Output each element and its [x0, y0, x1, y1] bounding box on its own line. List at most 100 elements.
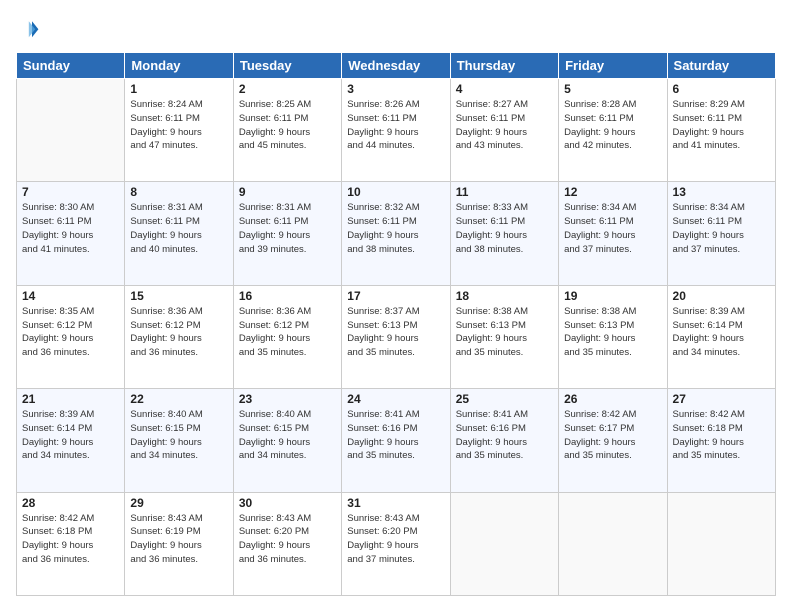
day-cell — [559, 492, 667, 595]
week-row-1: 1 Sunrise: 8:24 AMSunset: 6:11 PMDaylight… — [17, 79, 776, 182]
day-cell: 7Sunrise: 8:30 AMSunset: 6:11 PMDaylight… — [17, 182, 125, 285]
col-header-saturday: Saturday — [667, 53, 775, 79]
day-cell: 18Sunrise: 8:38 AMSunset: 6:13 PMDayligh… — [450, 285, 558, 388]
day-cell: 14 Sunrise: 8:35 AMSunset: 6:12 PMDayligh… — [17, 285, 125, 388]
col-header-wednesday: Wednesday — [342, 53, 450, 79]
day-number: 30 — [239, 496, 336, 510]
day-cell: 13 Sunrise: 8:34 AMSunset: 6:11 PMDayligh… — [667, 182, 775, 285]
day-info: Sunrise: 8:40 AMSunset: 6:15 PMDaylight:… — [130, 408, 227, 463]
day-info: Sunrise: 8:41 AMSunset: 6:16 PMDaylight:… — [456, 408, 553, 463]
day-number: 29 — [130, 496, 227, 510]
header — [16, 16, 776, 42]
day-number: 13 — [673, 185, 770, 199]
col-header-friday: Friday — [559, 53, 667, 79]
day-number: 2 — [239, 82, 336, 96]
day-number: 27 — [673, 392, 770, 406]
day-cell: 9 Sunrise: 8:31 AMSunset: 6:11 PMDaylight… — [233, 182, 341, 285]
day-info: Sunrise: 8:43 AMSunset: 6:19 PMDaylight:… — [130, 512, 227, 567]
day-cell — [667, 492, 775, 595]
day-info: Sunrise: 8:27 AMSunset: 6:11 PMDaylight:… — [456, 98, 553, 153]
day-cell: 19 Sunrise: 8:38 AMSunset: 6:13 PMDayligh… — [559, 285, 667, 388]
day-info: Sunrise: 8:39 AMSunset: 6:14 PMDaylight:… — [673, 305, 770, 360]
day-number: 26 — [564, 392, 661, 406]
day-info: Sunrise: 8:35 AMSunset: 6:12 PMDaylight:… — [22, 305, 119, 360]
day-info: Sunrise: 8:42 AMSunset: 6:18 PMDaylight:… — [673, 408, 770, 463]
col-header-monday: Monday — [125, 53, 233, 79]
day-cell: 25Sunrise: 8:41 AMSunset: 6:16 PMDayligh… — [450, 389, 558, 492]
day-info: Sunrise: 8:29 AMSunset: 6:11 PMDaylight:… — [673, 98, 770, 153]
day-info: Sunrise: 8:31 AMSunset: 6:11 PMDaylight:… — [239, 201, 336, 256]
day-info: Sunrise: 8:43 AMSunset: 6:20 PMDaylight:… — [347, 512, 444, 567]
calendar-header-row: SundayMondayTuesdayWednesdayThursdayFrid… — [17, 53, 776, 79]
day-info: Sunrise: 8:33 AMSunset: 6:11 PMDaylight:… — [456, 201, 553, 256]
day-number: 19 — [564, 289, 661, 303]
day-cell: 26 Sunrise: 8:42 AMSunset: 6:17 PMDayligh… — [559, 389, 667, 492]
day-number: 8 — [130, 185, 227, 199]
day-info: Sunrise: 8:36 AMSunset: 6:12 PMDaylight:… — [130, 305, 227, 360]
day-number: 4 — [456, 82, 553, 96]
day-cell: 11 Sunrise: 8:33 AMSunset: 6:11 PMDayligh… — [450, 182, 558, 285]
week-row-2: 7Sunrise: 8:30 AMSunset: 6:11 PMDaylight… — [17, 182, 776, 285]
day-info: Sunrise: 8:38 AMSunset: 6:13 PMDaylight:… — [564, 305, 661, 360]
col-header-tuesday: Tuesday — [233, 53, 341, 79]
week-row-3: 14 Sunrise: 8:35 AMSunset: 6:12 PMDayligh… — [17, 285, 776, 388]
day-info: Sunrise: 8:34 AMSunset: 6:11 PMDaylight:… — [564, 201, 661, 256]
day-info: Sunrise: 8:42 AMSunset: 6:17 PMDaylight:… — [564, 408, 661, 463]
day-number: 22 — [130, 392, 227, 406]
day-info: Sunrise: 8:31 AMSunset: 6:11 PMDaylight:… — [130, 201, 227, 256]
day-cell: 31 Sunrise: 8:43 AMSunset: 6:20 PMDayligh… — [342, 492, 450, 595]
day-cell: 2 Sunrise: 8:25 AMSunset: 6:11 PMDaylight… — [233, 79, 341, 182]
day-number: 6 — [673, 82, 770, 96]
day-cell: 12 Sunrise: 8:34 AMSunset: 6:11 PMDayligh… — [559, 182, 667, 285]
day-cell: 1 Sunrise: 8:24 AMSunset: 6:11 PMDaylight… — [125, 79, 233, 182]
day-cell: 23Sunrise: 8:40 AMSunset: 6:15 PMDayligh… — [233, 389, 341, 492]
day-info: Sunrise: 8:30 AMSunset: 6:11 PMDaylight:… — [22, 201, 119, 256]
day-cell: 30 Sunrise: 8:43 AMSunset: 6:20 PMDayligh… — [233, 492, 341, 595]
week-row-5: 28 Sunrise: 8:42 AMSunset: 6:18 PMDayligh… — [17, 492, 776, 595]
day-info: Sunrise: 8:41 AMSunset: 6:16 PMDaylight:… — [347, 408, 444, 463]
day-number: 24 — [347, 392, 444, 406]
day-number: 16 — [239, 289, 336, 303]
day-cell: 15 Sunrise: 8:36 AMSunset: 6:12 PMDayligh… — [125, 285, 233, 388]
week-row-4: 21Sunrise: 8:39 AMSunset: 6:14 PMDayligh… — [17, 389, 776, 492]
day-info: Sunrise: 8:34 AMSunset: 6:11 PMDaylight:… — [673, 201, 770, 256]
day-number: 18 — [456, 289, 553, 303]
day-number: 17 — [347, 289, 444, 303]
day-cell: 21Sunrise: 8:39 AMSunset: 6:14 PMDayligh… — [17, 389, 125, 492]
day-number: 14 — [22, 289, 119, 303]
day-info: Sunrise: 8:32 AMSunset: 6:11 PMDaylight:… — [347, 201, 444, 256]
day-number: 23 — [239, 392, 336, 406]
day-number: 10 — [347, 185, 444, 199]
day-cell: 10 Sunrise: 8:32 AMSunset: 6:11 PMDayligh… — [342, 182, 450, 285]
day-cell: 24 Sunrise: 8:41 AMSunset: 6:16 PMDayligh… — [342, 389, 450, 492]
day-cell: 27 Sunrise: 8:42 AMSunset: 6:18 PMDayligh… — [667, 389, 775, 492]
day-cell: 22 Sunrise: 8:40 AMSunset: 6:15 PMDayligh… — [125, 389, 233, 492]
day-number: 12 — [564, 185, 661, 199]
day-cell: 28 Sunrise: 8:42 AMSunset: 6:18 PMDayligh… — [17, 492, 125, 595]
day-cell: 20 Sunrise: 8:39 AMSunset: 6:14 PMDayligh… — [667, 285, 775, 388]
day-cell: 29 Sunrise: 8:43 AMSunset: 6:19 PMDayligh… — [125, 492, 233, 595]
day-number: 9 — [239, 185, 336, 199]
day-number: 3 — [347, 82, 444, 96]
col-header-thursday: Thursday — [450, 53, 558, 79]
day-number: 1 — [130, 82, 227, 96]
day-info: Sunrise: 8:24 AMSunset: 6:11 PMDaylight:… — [130, 98, 227, 153]
day-info: Sunrise: 8:28 AMSunset: 6:11 PMDaylight:… — [564, 98, 661, 153]
day-cell: 5Sunrise: 8:28 AMSunset: 6:11 PMDaylight… — [559, 79, 667, 182]
day-cell — [17, 79, 125, 182]
day-info: Sunrise: 8:25 AMSunset: 6:11 PMDaylight:… — [239, 98, 336, 153]
logo — [16, 16, 44, 42]
day-number: 31 — [347, 496, 444, 510]
day-cell: 16 Sunrise: 8:36 AMSunset: 6:12 PMDayligh… — [233, 285, 341, 388]
day-number: 20 — [673, 289, 770, 303]
day-number: 28 — [22, 496, 119, 510]
day-number: 15 — [130, 289, 227, 303]
day-info: Sunrise: 8:43 AMSunset: 6:20 PMDaylight:… — [239, 512, 336, 567]
day-info: Sunrise: 8:37 AMSunset: 6:13 PMDaylight:… — [347, 305, 444, 360]
day-cell: 8 Sunrise: 8:31 AMSunset: 6:11 PMDaylight… — [125, 182, 233, 285]
day-cell: 4 Sunrise: 8:27 AMSunset: 6:11 PMDaylight… — [450, 79, 558, 182]
day-info: Sunrise: 8:42 AMSunset: 6:18 PMDaylight:… — [22, 512, 119, 567]
day-info: Sunrise: 8:39 AMSunset: 6:14 PMDaylight:… — [22, 408, 119, 463]
day-info: Sunrise: 8:36 AMSunset: 6:12 PMDaylight:… — [239, 305, 336, 360]
day-number: 11 — [456, 185, 553, 199]
